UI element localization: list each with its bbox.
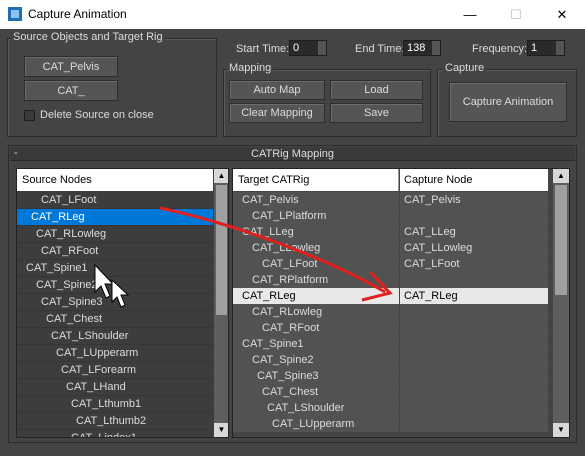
mouse-cursor-icon [111,278,130,308]
red-arrow-icon [159,206,386,294]
annotation-overlay [94,206,393,308]
mouse-cursor-icon [94,263,115,299]
